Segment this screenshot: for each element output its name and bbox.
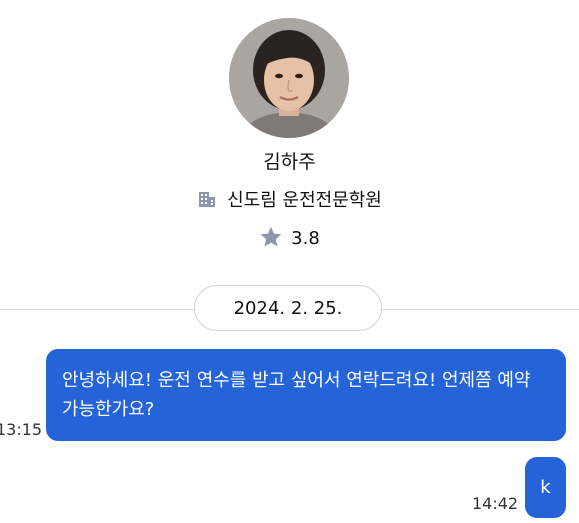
building-icon (197, 189, 217, 213)
chat-screen: 김하주 신도림 운전전문학원 3.8 2024. 2. 25. 안녕하세요! 운… (0, 0, 579, 523)
message-time: 13:15 (0, 420, 43, 439)
message-time: 14:42 (472, 494, 519, 513)
date-divider: 2024. 2. 25. (194, 285, 382, 331)
star-icon (259, 225, 283, 253)
organization-row: 신도림 운전전문학원 (0, 188, 579, 214)
avatar[interactable] (229, 18, 349, 138)
message-bubble[interactable]: k (525, 457, 566, 518)
teacher-name: 김하주 (263, 151, 316, 173)
message-bubble[interactable]: 안녕하세요! 운전 연수를 받고 싶어서 연락드려요! 언제쯤 예약 가능한가요… (46, 349, 566, 441)
organization-name: 신도림 운전전문학원 (227, 190, 382, 211)
avatar-image (229, 18, 349, 138)
rating-value: 3.8 (291, 228, 320, 249)
rating-row: 3.8 (0, 226, 579, 252)
